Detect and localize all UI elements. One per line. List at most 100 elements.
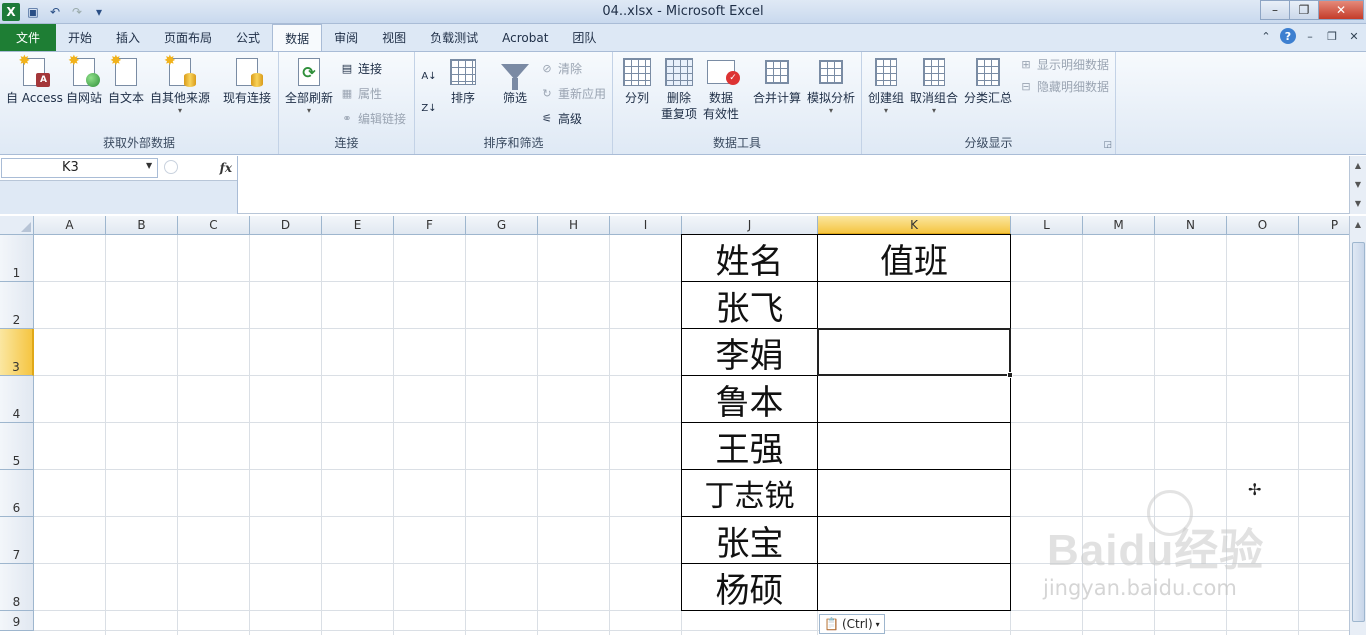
- name-box-dropdown-icon[interactable]: ▼: [146, 161, 152, 170]
- column-header-h[interactable]: H: [538, 216, 610, 235]
- column-header-j[interactable]: J: [682, 216, 818, 235]
- group-rows-button[interactable]: 创建组 ▾: [868, 56, 904, 116]
- row-header-3[interactable]: 3: [0, 329, 34, 376]
- scroll-up-icon[interactable]: ▲: [1350, 156, 1366, 175]
- column-header-c[interactable]: C: [178, 216, 250, 235]
- formula-bar-scroll[interactable]: ▲ ▼ ▼: [1349, 156, 1366, 214]
- formula-input[interactable]: [237, 156, 1349, 214]
- row-header-1[interactable]: 1: [0, 235, 34, 282]
- clear-filter-button[interactable]: ⊘ 清除: [539, 58, 582, 78]
- cell-k8[interactable]: [817, 563, 1011, 611]
- doc-minimize-icon[interactable]: –: [1302, 28, 1318, 44]
- advanced-filter-button[interactable]: ⚟ 高级: [539, 108, 582, 128]
- column-header-a[interactable]: A: [34, 216, 106, 235]
- help-icon[interactable]: ?: [1280, 28, 1296, 44]
- reapply-button[interactable]: ↻ 重新应用: [539, 83, 606, 103]
- row-header-2[interactable]: 2: [0, 282, 34, 329]
- cell-k3[interactable]: [817, 328, 1011, 376]
- close-button[interactable]: ✕: [1318, 0, 1364, 20]
- tab-data[interactable]: 数据: [272, 24, 323, 51]
- scroll-down-icon[interactable]: ▼: [1350, 175, 1366, 194]
- refresh-all-button[interactable]: ⟳ 全部刷新 ▾: [285, 56, 333, 116]
- tab-file[interactable]: 文件: [0, 24, 56, 51]
- tab-view[interactable]: 视图: [370, 24, 418, 51]
- name-box[interactable]: K3: [1, 158, 158, 178]
- connections-button[interactable]: ▤ 连接: [339, 58, 382, 78]
- cell-k6[interactable]: [817, 469, 1011, 517]
- column-header-d[interactable]: D: [250, 216, 322, 235]
- cell-j7[interactable]: 张宝: [681, 516, 818, 564]
- column-header-f[interactable]: F: [394, 216, 466, 235]
- scroll-up-icon[interactable]: ▲: [1350, 216, 1366, 233]
- from-access-button[interactable]: ✸ A 自 Access: [6, 53, 63, 106]
- from-text-button[interactable]: ✸ 自文本: [108, 53, 144, 106]
- cell-j2[interactable]: 张飞: [681, 281, 818, 329]
- column-header-l[interactable]: L: [1011, 216, 1083, 235]
- worksheet-grid[interactable]: A B C D E F G H I J K L M N O P 1 2 3 4 5 6 7 8 9 姓名 值班 张飞 李娟 鲁本 王强 丁志锐…: [0, 216, 1349, 635]
- sort-descending-button[interactable]: Z↓: [421, 98, 437, 118]
- tab-acrobat[interactable]: Acrobat: [490, 24, 560, 51]
- from-web-button[interactable]: ✸ 自网站: [66, 53, 102, 106]
- paste-options-button[interactable]: 📋 (Ctrl) ▾: [819, 614, 885, 634]
- row-header-8[interactable]: 8: [0, 564, 34, 611]
- cell-k5[interactable]: [817, 422, 1011, 470]
- row-header-6[interactable]: 6: [0, 470, 34, 517]
- vertical-scrollbar[interactable]: ▲: [1349, 216, 1366, 635]
- ungroup-button[interactable]: 取消组合 ▾: [910, 56, 958, 116]
- cell-k4[interactable]: [817, 375, 1011, 423]
- cell-k2[interactable]: [817, 281, 1011, 329]
- remove-duplicates-button[interactable]: 删除 重复项: [661, 56, 697, 122]
- column-header-i[interactable]: I: [610, 216, 682, 235]
- edit-links-button[interactable]: ⚭ 编辑链接: [339, 108, 406, 128]
- text-to-columns-button[interactable]: 分列: [621, 56, 653, 106]
- sort-ascending-button[interactable]: A↓: [421, 66, 437, 86]
- scrollbar-thumb[interactable]: [1352, 242, 1365, 622]
- minimize-button[interactable]: –: [1260, 0, 1290, 20]
- tab-page-layout[interactable]: 页面布局: [152, 24, 224, 51]
- subtotal-button[interactable]: 分类汇总: [964, 56, 1012, 106]
- cell-j4[interactable]: 鲁本: [681, 375, 818, 423]
- row-header-7[interactable]: 7: [0, 517, 34, 564]
- row-header-9[interactable]: 9: [0, 611, 34, 631]
- collapse-ribbon-icon[interactable]: ⌃: [1258, 28, 1274, 44]
- cell-j3[interactable]: 李娟: [681, 328, 818, 376]
- cell-k1[interactable]: 值班: [817, 234, 1011, 282]
- show-detail-button[interactable]: ⊞ 显示明细数据: [1018, 54, 1109, 74]
- tab-review[interactable]: 审阅: [322, 24, 370, 51]
- cell-j8[interactable]: 杨硕: [681, 563, 818, 611]
- row-header-4[interactable]: 4: [0, 376, 34, 423]
- cell-j1[interactable]: 姓名: [681, 234, 818, 282]
- existing-connections-button[interactable]: 现有连接: [223, 56, 271, 106]
- column-header-m[interactable]: M: [1083, 216, 1155, 235]
- cell-j6[interactable]: 丁志锐: [681, 469, 818, 517]
- fill-handle[interactable]: [1007, 372, 1013, 378]
- data-validation-button[interactable]: ✓ 数据 有效性: [703, 56, 740, 122]
- filter-button[interactable]: 筛选: [499, 56, 531, 106]
- doc-close-icon[interactable]: ✕: [1346, 28, 1362, 44]
- tab-team[interactable]: 团队: [560, 24, 608, 51]
- column-header-g[interactable]: G: [466, 216, 538, 235]
- column-header-b[interactable]: B: [106, 216, 178, 235]
- hide-detail-button[interactable]: ⊟ 隐藏明细数据: [1018, 76, 1109, 96]
- column-header-p[interactable]: P: [1299, 216, 1349, 235]
- from-other-sources-button[interactable]: ✸ 自其他来源 ▾: [150, 53, 210, 116]
- tab-formulas[interactable]: 公式: [224, 24, 272, 51]
- column-header-e[interactable]: E: [322, 216, 394, 235]
- sort-button[interactable]: 排序: [447, 56, 479, 106]
- select-all-corner[interactable]: [0, 216, 34, 235]
- cell-k7[interactable]: [817, 516, 1011, 564]
- column-header-o[interactable]: O: [1227, 216, 1299, 235]
- tab-home[interactable]: 开始: [56, 24, 104, 51]
- row-header-5[interactable]: 5: [0, 423, 34, 470]
- what-if-analysis-button[interactable]: 模拟分析 ▾: [807, 56, 855, 116]
- properties-button[interactable]: ▦ 属性: [339, 83, 382, 103]
- tab-load-test[interactable]: 负载测试: [418, 24, 490, 51]
- tab-insert[interactable]: 插入: [104, 24, 152, 51]
- cell-j5[interactable]: 王强: [681, 422, 818, 470]
- restore-button[interactable]: ❐: [1289, 0, 1319, 20]
- column-header-k[interactable]: K: [818, 216, 1011, 235]
- expand-formula-icon[interactable]: ▼: [1350, 194, 1366, 213]
- insert-function-icon[interactable]: fx: [220, 161, 232, 175]
- doc-restore-icon[interactable]: ❐: [1324, 28, 1340, 44]
- column-header-n[interactable]: N: [1155, 216, 1227, 235]
